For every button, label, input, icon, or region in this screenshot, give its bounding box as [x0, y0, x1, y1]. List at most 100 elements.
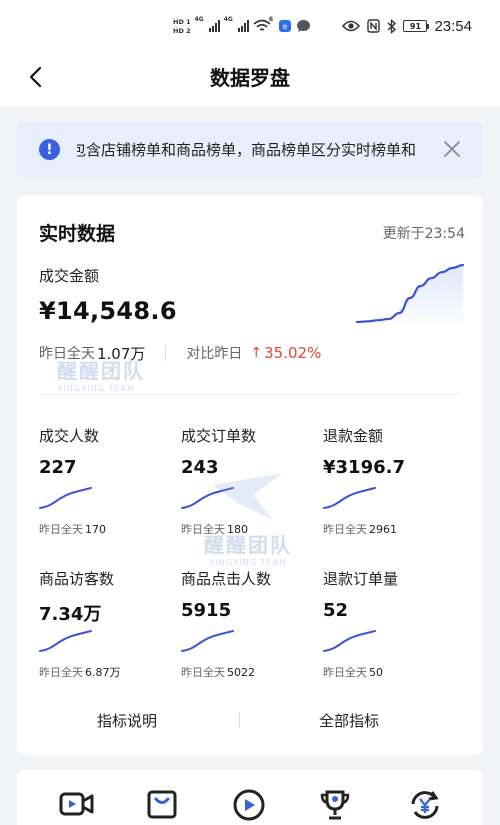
update-time: 更新于23:54 — [382, 226, 465, 242]
prev-label: 昨日全天 — [323, 666, 367, 679]
prev-label: 昨日全天 — [39, 666, 83, 679]
metric-prev: 昨日全天 2961 — [323, 521, 397, 537]
metric-refund-orders[interactable]: 退款订单量 52 昨日全天 50 — [323, 568, 463, 698]
prev-label: 昨日全天 — [323, 523, 367, 536]
compare-divider — [165, 345, 167, 361]
sparkline — [323, 630, 376, 652]
trophy-icon — [320, 790, 350, 820]
hd2-label: HD 2 — [173, 26, 191, 35]
footer-divider — [239, 712, 240, 728]
status-right-icons: 91 23:54 — [342, 16, 472, 36]
section-divider — [39, 394, 461, 395]
watermark-sub: XINGXING TEAM — [57, 384, 135, 393]
sparkline — [39, 487, 92, 509]
close-icon — [444, 141, 460, 157]
sparkline — [181, 487, 234, 509]
sparkline — [39, 630, 92, 652]
message-icon — [297, 20, 311, 32]
eye-icon — [342, 20, 361, 32]
hd1-label: HD 1 — [173, 17, 191, 26]
tools-card — [17, 770, 483, 825]
prev-value: 50 — [369, 666, 383, 679]
gmv-trend-area — [357, 265, 463, 325]
notice-banner: ! 包含店铺榜单和商品榜单，商品榜单区分实时榜单和 — [17, 122, 483, 177]
gmv-label: 成交金额 — [39, 267, 100, 285]
metric-orders[interactable]: 成交订单数 243 昨日全天 180 — [181, 425, 321, 555]
metric-clicks[interactable]: 商品点击人数 5915 昨日全天 5022 — [181, 568, 321, 698]
gmv-value: ¥14,548.6 — [39, 297, 177, 325]
metric-label: 成交人数 — [39, 427, 100, 445]
metric-value: 5915 — [181, 600, 232, 621]
prev-label: 昨日全天 — [181, 666, 225, 679]
battery-icon: 91 — [403, 20, 430, 32]
prev-label: 昨日全天 — [181, 523, 225, 536]
card-footer: 指标说明 全部指标 — [17, 700, 483, 740]
prev-value: 180 — [227, 523, 248, 536]
metric-prev: 昨日全天 50 — [323, 664, 383, 680]
tool-video[interactable] — [57, 788, 97, 825]
page-title: 数据罗盘 — [210, 66, 290, 90]
watermark-sub: XINGXING TEAM — [209, 558, 287, 567]
sparkline — [181, 630, 234, 652]
metric-value: 243 — [181, 457, 219, 478]
all-indicators-link[interactable]: 全部指标 — [319, 710, 379, 731]
metric-prev: 昨日全天 6.87万 — [39, 664, 121, 680]
metric-prev: 昨日全天 170 — [39, 521, 106, 537]
wifi-badge: 6 — [268, 16, 274, 23]
gmv-compare-row: 昨日全天 1.07万 对比昨日 ↑ 35.02% — [39, 343, 321, 363]
metric-refund-amount[interactable]: 退款金额 ¥3196.7 昨日全天 2961 — [323, 425, 463, 555]
info-icon: ! — [39, 139, 60, 160]
status-left-icons: HD 1 HD 2 4G 4G 6 e — [173, 14, 311, 38]
network-label-2: 4G — [223, 16, 233, 23]
video-camera-icon — [59, 792, 94, 816]
hd-indicator: HD 1 HD 2 — [173, 18, 191, 35]
realtime-data-card: 实时数据 更新于23:54 成交金额 ¥14,548.6 昨日全天 1.07万 … — [17, 195, 483, 755]
metric-value: 7.34万 — [39, 604, 102, 625]
metric-label: 成交订单数 — [181, 427, 257, 445]
prev-value: 2961 — [369, 523, 397, 536]
prev-value: 170 — [85, 523, 106, 536]
prev-label: 昨日全天 — [39, 523, 83, 536]
tool-shop[interactable] — [142, 788, 182, 825]
notice-text: 包含店铺榜单和商品榜单，商品榜单区分实时榜单和 — [77, 141, 417, 159]
tool-refund[interactable] — [405, 788, 445, 825]
svg-text:e: e — [283, 22, 288, 31]
metric-label: 商品访客数 — [39, 570, 115, 588]
metric-buyers[interactable]: 成交人数 227 昨日全天 170 — [39, 425, 179, 555]
signal-icon — [208, 20, 220, 32]
gmv-trend-chart — [355, 263, 465, 325]
metric-prev: 昨日全天 180 — [181, 521, 248, 537]
indicator-help-link[interactable]: 指标说明 — [97, 710, 157, 731]
nav-bar: 数据罗盘 — [0, 48, 500, 106]
tool-live[interactable] — [229, 788, 269, 825]
metric-label: 退款订单量 — [323, 570, 399, 588]
notice-marquee: 包含店铺榜单和商品榜单，商品榜单区分实时榜单和 — [77, 122, 437, 177]
notice-close-button[interactable] — [441, 138, 463, 160]
metric-label: 退款金额 — [323, 427, 384, 445]
refund-cycle-icon — [411, 791, 439, 819]
status-bar: HD 1 HD 2 4G 4G 6 e 91 23:54 — [0, 0, 500, 48]
prev-value: 5022 — [227, 666, 255, 679]
shopping-bag-icon — [147, 790, 177, 819]
sparkline — [323, 487, 376, 509]
metric-label: 商品点击人数 — [181, 570, 272, 588]
metric-value: 52 — [323, 600, 349, 621]
metric-value: 227 — [39, 457, 77, 478]
play-circle-icon — [233, 789, 265, 821]
metric-value: ¥3196.7 — [323, 457, 405, 478]
realtime-title: 实时数据 — [39, 223, 116, 245]
metric-prev: 昨日全天 5022 — [181, 664, 255, 680]
metric-visitors[interactable]: 商品访客数 7.34万 昨日全天 6.87万 — [39, 568, 179, 698]
nfc-icon — [367, 19, 381, 33]
bluetooth-icon — [387, 18, 397, 34]
compare-value: 35.02% — [264, 344, 322, 362]
yesterday-value: 1.07万 — [97, 344, 146, 363]
app-notification-icon: e — [279, 20, 292, 32]
yesterday-label: 昨日全天 — [39, 346, 95, 362]
prev-value: 6.87万 — [85, 666, 121, 679]
network-label-1: 4G — [194, 16, 204, 23]
compare-label: 对比昨日 — [186, 346, 243, 362]
tool-ranking[interactable] — [315, 788, 355, 825]
signal-icon — [237, 20, 249, 32]
status-time: 23:54 — [434, 17, 472, 35]
